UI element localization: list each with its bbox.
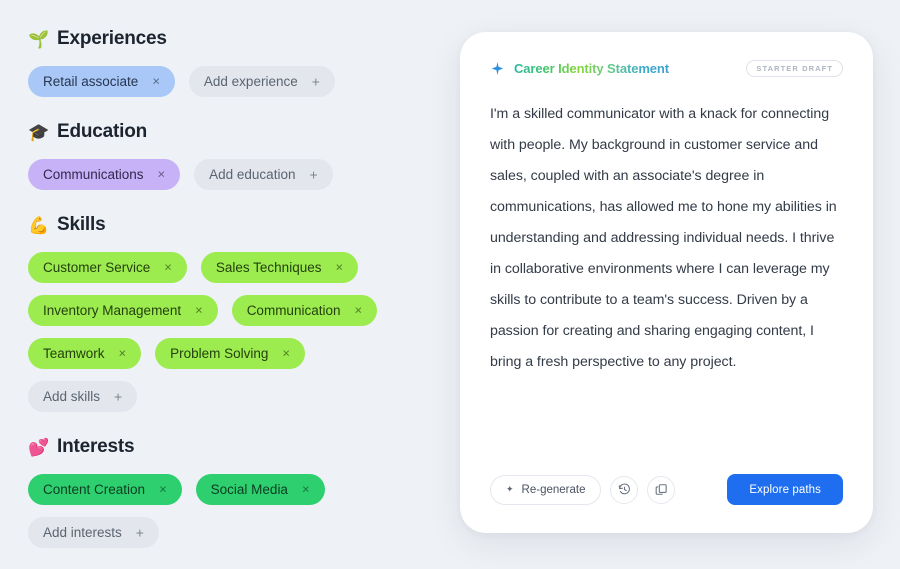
close-icon[interactable]: ×: [354, 304, 362, 317]
chip-label: Problem Solving: [170, 345, 269, 361]
graduation-cap-icon: 🎓: [28, 122, 50, 142]
history-button[interactable]: [610, 475, 639, 504]
card-action-bar: ✦ Re-generate Explore paths: [490, 474, 843, 533]
plus-icon: +: [309, 166, 318, 182]
section-title-skills: Skills: [57, 214, 106, 235]
regenerate-label: Re-generate: [521, 483, 586, 496]
chip-retail-associate[interactable]: Retail associate ×: [28, 66, 175, 97]
chip-content-creation[interactable]: Content Creation ×: [28, 474, 182, 505]
close-icon[interactable]: ×: [302, 483, 310, 496]
add-education-label: Add education: [209, 166, 296, 182]
add-experience-button[interactable]: Add experience +: [188, 66, 335, 97]
chip-row-interests: Content Creation × Social Media × Add in…: [28, 474, 428, 548]
copy-icon: [655, 484, 667, 495]
chip-problem-solving[interactable]: Problem Solving ×: [155, 338, 305, 369]
add-skills-button[interactable]: Add skills +: [28, 381, 138, 412]
chip-label: Teamwork: [43, 345, 105, 361]
section-title-experiences: Experiences: [57, 28, 167, 49]
chip-label: Communication: [246, 302, 341, 318]
section-title-interests: Interests: [57, 436, 135, 457]
chip-label: Customer Service: [43, 259, 151, 275]
copy-button[interactable]: [647, 475, 676, 504]
plus-icon: +: [114, 388, 123, 404]
close-icon[interactable]: ×: [152, 75, 160, 88]
chip-social-media[interactable]: Social Media ×: [195, 474, 325, 505]
chip-row-education: Communications × Add education +: [28, 159, 428, 190]
close-icon[interactable]: ×: [164, 261, 172, 274]
card-title-group: Career Identity Statement: [490, 61, 669, 76]
chip-label: Sales Techniques: [215, 259, 322, 275]
chip-label: Content Creation: [43, 481, 146, 497]
close-icon[interactable]: ×: [119, 347, 127, 360]
chip-communication[interactable]: Communication ×: [231, 295, 378, 326]
chip-row-experiences: Retail associate × Add experience +: [28, 66, 428, 97]
flexed-biceps-icon: 💪: [28, 215, 50, 235]
add-interests-button[interactable]: Add interests +: [28, 517, 159, 548]
chip-communications[interactable]: Communications ×: [28, 159, 181, 190]
status-badge: STARTER DRAFT: [746, 60, 843, 77]
close-icon[interactable]: ×: [159, 483, 167, 496]
career-identity-card: Career Identity Statement STARTER DRAFT …: [460, 32, 873, 533]
sparkle-icon: [491, 61, 504, 75]
add-experience-label: Add experience: [203, 73, 298, 89]
add-interests-label: Add interests: [43, 524, 122, 540]
two-hearts-icon: 💕: [28, 437, 50, 457]
plus-icon: +: [135, 524, 144, 540]
card-header: Career Identity Statement STARTER DRAFT: [490, 60, 843, 77]
section-skills: 💪 Skills Customer Service × Sales Techni…: [28, 214, 460, 412]
chip-label: Retail associate: [43, 73, 139, 89]
plus-icon: +: [311, 73, 320, 89]
seedling-icon: 🌱: [28, 29, 50, 49]
card-title: Career Identity Statement: [514, 60, 669, 76]
close-icon[interactable]: ×: [282, 347, 290, 360]
section-header-skills: 💪 Skills: [28, 214, 460, 236]
explore-paths-button[interactable]: Explore paths: [727, 474, 843, 505]
statement-panel-column: Career Identity Statement STARTER DRAFT …: [460, 0, 900, 569]
section-header-education: 🎓 Education: [28, 121, 460, 143]
career-profile-screen: 🌱 Experiences Retail associate × Add exp…: [0, 0, 900, 569]
close-icon[interactable]: ×: [195, 304, 203, 317]
chip-sales-techniques[interactable]: Sales Techniques ×: [200, 252, 359, 283]
section-header-interests: 💕 Interests: [28, 436, 460, 458]
chip-teamwork[interactable]: Teamwork ×: [28, 338, 142, 369]
section-header-experiences: 🌱 Experiences: [28, 28, 460, 50]
section-experiences: 🌱 Experiences Retail associate × Add exp…: [28, 28, 460, 97]
history-icon: [618, 483, 630, 495]
chip-label: Inventory Management: [43, 302, 182, 318]
chip-label: Social Media: [210, 481, 288, 497]
section-title-education: Education: [57, 121, 148, 142]
section-interests: 💕 Interests Content Creation × Social Me…: [28, 436, 460, 548]
add-education-button[interactable]: Add education +: [194, 159, 333, 190]
chip-row-skills: Customer Service × Sales Techniques × In…: [28, 252, 428, 412]
sparkle-small-icon: ✦: [506, 484, 514, 494]
profile-sections-column: 🌱 Experiences Retail associate × Add exp…: [0, 0, 460, 569]
chip-label: Communications: [43, 166, 144, 182]
section-education: 🎓 Education Communications × Add educati…: [28, 121, 460, 190]
chip-customer-service[interactable]: Customer Service ×: [28, 252, 187, 283]
regenerate-button[interactable]: ✦ Re-generate: [490, 474, 602, 505]
chip-inventory-management[interactable]: Inventory Management ×: [28, 295, 218, 326]
close-icon[interactable]: ×: [335, 261, 343, 274]
close-icon[interactable]: ×: [158, 168, 166, 181]
career-statement-text: I'm a skilled communicator with a knack …: [490, 105, 837, 370]
add-skills-label: Add skills: [43, 388, 101, 404]
